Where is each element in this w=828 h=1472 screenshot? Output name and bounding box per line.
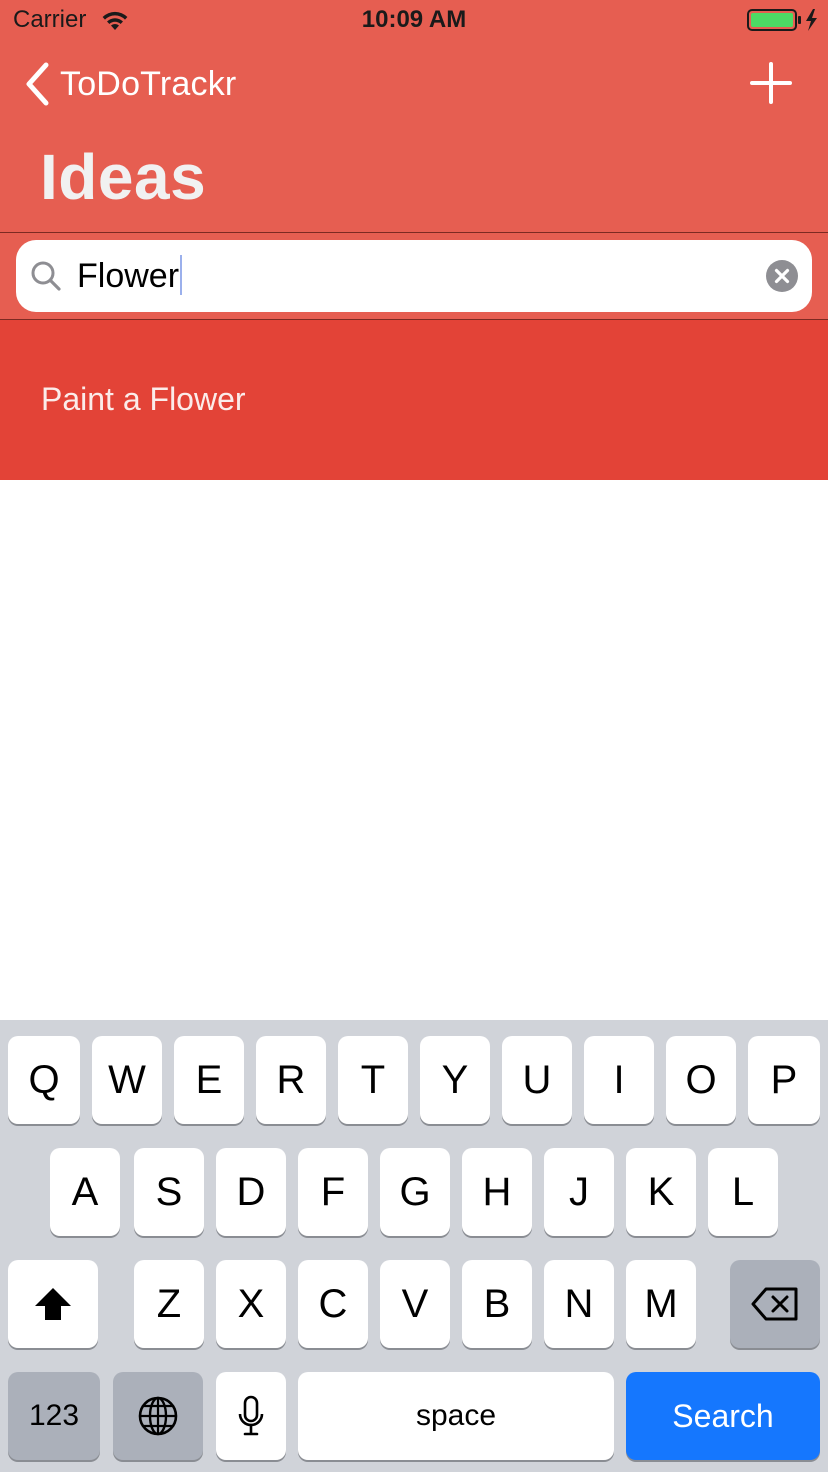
key-y[interactable]: Y [420, 1036, 490, 1124]
key-i[interactable]: I [584, 1036, 654, 1124]
key-g[interactable]: G [380, 1148, 450, 1236]
list-item[interactable]: Paint a Flower [0, 320, 828, 480]
list-item-label: Paint a Flower [41, 381, 246, 417]
shift-key[interactable] [8, 1260, 98, 1348]
key-p[interactable]: P [748, 1036, 820, 1124]
back-button[interactable]: ToDoTrackr [22, 58, 236, 110]
keyboard: Q W E R T Y U I O P A S D F G H J K L Z … [0, 1020, 828, 1472]
magnifier-icon [31, 261, 61, 291]
key-v[interactable]: V [380, 1260, 450, 1348]
back-button-label: ToDoTrackr [60, 64, 237, 103]
key-o[interactable]: O [666, 1036, 736, 1124]
numbers-key[interactable]: 123 [8, 1372, 100, 1460]
add-button[interactable] [748, 60, 794, 106]
shift-arrow-icon [35, 1288, 71, 1320]
text-caret [180, 255, 183, 296]
key-e[interactable]: E [174, 1036, 244, 1124]
chevron-left-icon [26, 62, 49, 106]
search-field[interactable]: Flower [16, 240, 812, 312]
status-time: 10:09 AM [361, 6, 467, 33]
search-input[interactable]: Flower [77, 255, 183, 296]
backspace-icon [751, 1287, 798, 1321]
search-key[interactable]: Search [626, 1372, 820, 1460]
space-key[interactable]: space [298, 1372, 614, 1460]
navigation-header: Carrier 10:09 AM ToDoTrackr Ideas [0, 0, 828, 232]
key-b[interactable]: B [462, 1260, 532, 1348]
battery-charging-icon [747, 9, 817, 31]
key-k[interactable]: K [626, 1148, 696, 1236]
key-j[interactable]: J [544, 1148, 614, 1236]
page-title: Ideas [40, 141, 207, 213]
key-r[interactable]: R [256, 1036, 326, 1124]
key-h[interactable]: H [462, 1148, 532, 1236]
search-input-value: Flower [77, 257, 180, 295]
search-bar: Flower [0, 232, 828, 320]
clear-circle-icon[interactable] [766, 260, 798, 292]
delete-key[interactable] [730, 1260, 820, 1348]
key-q[interactable]: Q [8, 1036, 80, 1124]
key-d[interactable]: D [216, 1148, 286, 1236]
key-c[interactable]: C [298, 1260, 368, 1348]
key-z[interactable]: Z [134, 1260, 204, 1348]
key-x[interactable]: X [216, 1260, 286, 1348]
key-l[interactable]: L [708, 1148, 778, 1236]
key-t[interactable]: T [338, 1036, 408, 1124]
globe-icon [138, 1396, 178, 1436]
key-a[interactable]: A [50, 1148, 120, 1236]
key-f[interactable]: F [298, 1148, 368, 1236]
globe-key[interactable] [113, 1372, 203, 1460]
key-s[interactable]: S [134, 1148, 204, 1236]
status-bar: Carrier 10:09 AM [0, 0, 828, 42]
key-u[interactable]: U [502, 1036, 572, 1124]
dictation-key[interactable] [216, 1372, 286, 1460]
key-w[interactable]: W [92, 1036, 162, 1124]
microphone-icon [238, 1395, 264, 1436]
key-n[interactable]: N [544, 1260, 614, 1348]
key-m[interactable]: M [626, 1260, 696, 1348]
